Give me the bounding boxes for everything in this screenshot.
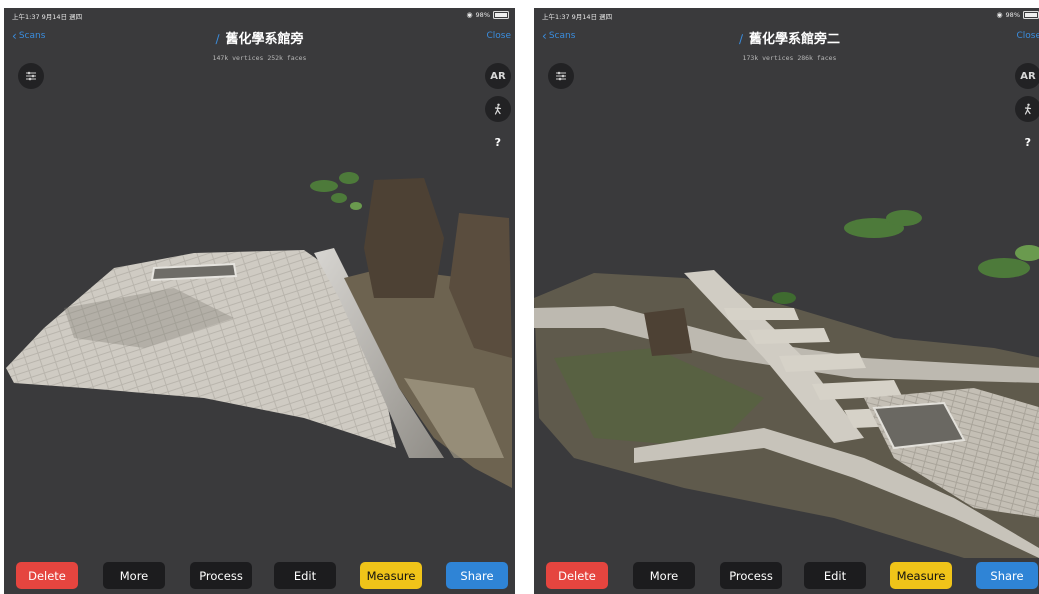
- status-time: 上午1:37 9月14日 週四: [542, 13, 613, 21]
- 3d-scan-model[interactable]: [534, 158, 1039, 558]
- pencil-icon: ∕: [215, 32, 220, 46]
- bottom-toolbar: Delete More Process Edit Measure Share: [4, 558, 515, 594]
- measure-button[interactable]: Measure: [890, 562, 952, 589]
- walking-person-icon: [494, 103, 502, 115]
- bottom-toolbar: Delete More Process Edit Measure Share: [534, 558, 1039, 594]
- edit-button[interactable]: Edit: [804, 562, 866, 589]
- help-button[interactable]: ?: [495, 136, 501, 149]
- status-bar: 上午1:37 9月14日 週四 ◉ 98%: [4, 8, 515, 22]
- nav-bar: ‹ Scans ∕ 舊化學系館旁 Close: [4, 26, 515, 50]
- scan-viewer-screen-2: 上午1:37 9月14日 週四 ◉ 98% ‹ Scans ∕ 舊化學系館旁二 C…: [534, 8, 1039, 594]
- walking-person-icon: [1024, 103, 1032, 115]
- filter-settings-button[interactable]: [18, 63, 44, 89]
- walk-mode-button[interactable]: [485, 96, 511, 122]
- scan-title[interactable]: ∕ 舊化學系館旁: [4, 28, 515, 47]
- more-button[interactable]: More: [633, 562, 695, 589]
- wifi-icon: ◉: [996, 11, 1003, 19]
- filter-settings-button[interactable]: [548, 63, 574, 89]
- battery-percent: 98%: [1005, 11, 1020, 19]
- scan-title-text: 舊化學系館旁: [225, 32, 304, 47]
- share-button[interactable]: Share: [976, 562, 1038, 589]
- status-bar: 上午1:37 9月14日 週四 ◉ 98%: [534, 8, 1039, 22]
- sliders-icon: [556, 71, 566, 81]
- status-indicators: ◉ 98%: [466, 11, 509, 19]
- ar-button[interactable]: AR: [485, 63, 511, 89]
- pencil-icon: ∕: [738, 32, 744, 46]
- foliage: [772, 210, 1039, 304]
- walk-mode-button[interactable]: [1015, 96, 1039, 122]
- mesh-stats: 173k vertices 286k faces: [742, 54, 837, 62]
- close-button[interactable]: Close: [1016, 31, 1039, 41]
- process-button[interactable]: Process: [190, 562, 252, 589]
- process-button[interactable]: Process: [720, 562, 782, 589]
- battery-icon: [493, 11, 509, 19]
- delete-button[interactable]: Delete: [16, 562, 78, 589]
- close-button[interactable]: Close: [486, 31, 511, 41]
- edit-button[interactable]: Edit: [274, 562, 336, 589]
- battery-percent: 98%: [475, 11, 490, 19]
- delete-button[interactable]: Delete: [546, 562, 608, 589]
- status-indicators: ◉ 98%: [996, 11, 1039, 19]
- battery-icon: [1023, 11, 1039, 19]
- measure-button[interactable]: Measure: [360, 562, 422, 589]
- share-button[interactable]: Share: [446, 562, 508, 589]
- 3d-scan-model[interactable]: [4, 158, 515, 558]
- wifi-icon: ◉: [466, 11, 473, 19]
- sliders-icon: [26, 71, 36, 81]
- help-button[interactable]: ?: [1025, 136, 1031, 149]
- status-time: 上午1:37 9月14日 週四: [12, 13, 83, 21]
- foliage: [310, 172, 362, 210]
- more-button[interactable]: More: [103, 562, 165, 589]
- scan-title-text: 舊化學系館旁二: [749, 32, 841, 47]
- ar-button[interactable]: AR: [1015, 63, 1039, 89]
- nav-bar: ‹ Scans ∕ 舊化學系館旁二 Close: [534, 26, 1039, 50]
- tree-trunk-1: [364, 178, 444, 298]
- tree-stump: [644, 308, 692, 356]
- scan-title[interactable]: ∕ 舊化學系館旁二: [534, 28, 1039, 47]
- scan-viewer-screen-1: 上午1:37 9月14日 週四 ◉ 98% ‹ Scans ∕ 舊化學系館旁 Cl…: [4, 8, 515, 594]
- mesh-stats: 147k vertices 252k faces: [212, 54, 307, 62]
